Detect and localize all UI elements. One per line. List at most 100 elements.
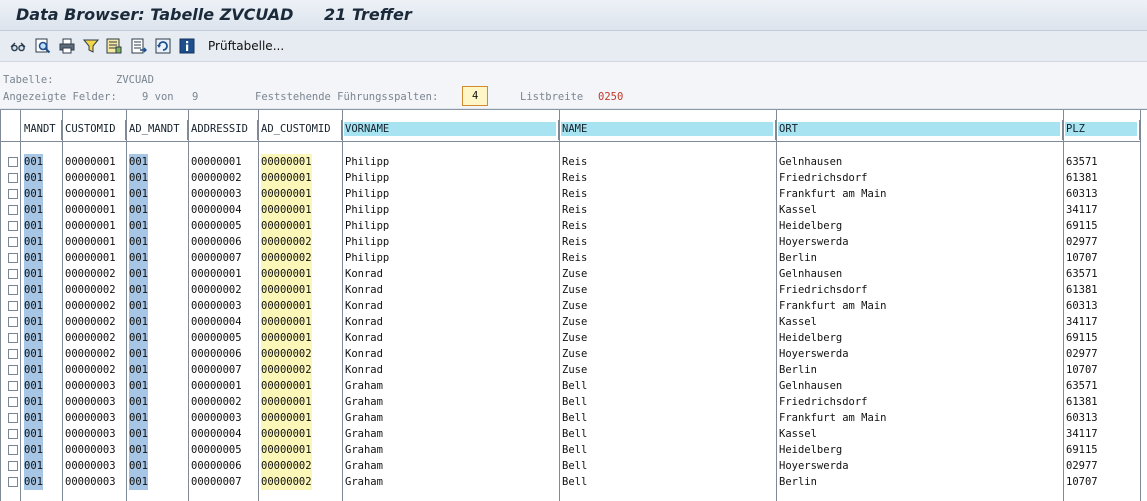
cell-customid: 00000003 <box>65 444 116 456</box>
row-select-checkbox[interactable] <box>8 285 18 295</box>
row-select-checkbox[interactable] <box>8 205 18 215</box>
column-header-label: ADDRESSID <box>191 123 248 135</box>
column-header-vorname[interactable]: VORNAME <box>342 120 559 140</box>
column-header-customid[interactable]: CUSTOMID <box>62 120 126 140</box>
table-row[interactable]: 001 00000001 001 00000003 00000001 Philipp Rei… <box>0 186 1147 202</box>
find-icon[interactable] <box>35 38 51 54</box>
cell-plz: 60313 <box>1066 412 1098 424</box>
row-select-checkbox[interactable] <box>8 157 18 167</box>
table-row[interactable]: 001 00000002 001 00000005 00000001 Konrad Zuse… <box>0 330 1147 346</box>
row-select-checkbox[interactable] <box>8 237 18 247</box>
cell-ort: Hoyerswerda <box>779 236 849 248</box>
table-row[interactable]: 001 00000001 001 00000004 00000001 Philipp Rei… <box>0 202 1147 218</box>
row-select-checkbox[interactable] <box>8 253 18 263</box>
row-select-checkbox[interactable] <box>8 445 18 455</box>
table-row[interactable]: 001 00000003 001 00000003 00000001 Graham Bell… <box>0 410 1147 426</box>
fixed-columns-input[interactable]: 4 <box>462 86 488 106</box>
check-table-button[interactable]: Prüftabelle... <box>208 39 284 53</box>
row-select-checkbox[interactable] <box>8 413 18 423</box>
row-select-checkbox[interactable] <box>8 397 18 407</box>
table-row[interactable]: 001 00000002 001 00000001 00000001 Konrad Zuse… <box>0 266 1147 282</box>
cell-plz: 61381 <box>1066 284 1098 296</box>
table-row[interactable]: 001 00000003 001 00000007 00000002 Graham Bell… <box>0 474 1147 490</box>
cell-ad-mandt: 001 <box>129 170 148 186</box>
table-row[interactable]: 001 00000001 001 00000005 00000001 Philipp Rei… <box>0 218 1147 234</box>
cell-name: Bell <box>562 460 588 472</box>
cell-ad-mandt: 001 <box>129 266 148 282</box>
cell-customid: 00000003 <box>65 428 116 440</box>
cell-customid: 00000001 <box>65 220 116 232</box>
cell-mandt: 001 <box>24 394 43 410</box>
table-row[interactable]: 001 00000002 001 00000007 00000002 Konrad Zuse… <box>0 362 1147 378</box>
table-row[interactable]: 001 00000003 001 00000004 00000001 Graham Bell… <box>0 426 1147 442</box>
row-select-checkbox[interactable] <box>8 461 18 471</box>
table-row[interactable]: 001 00000001 001 00000002 00000001 Philipp Rei… <box>0 170 1147 186</box>
column-header-plz[interactable]: PLZ <box>1063 120 1140 140</box>
cell-mandt: 001 <box>24 186 43 202</box>
cell-plz: 34117 <box>1066 316 1098 328</box>
column-header-ort[interactable]: ORT <box>776 120 1063 140</box>
cell-ort: Berlin <box>779 476 817 488</box>
table-row[interactable]: 001 00000002 001 00000003 00000001 Konrad Zuse… <box>0 298 1147 314</box>
cell-mandt: 001 <box>24 410 43 426</box>
cell-vorname: Graham <box>345 412 383 424</box>
row-select-checkbox[interactable] <box>8 365 18 375</box>
column-header-addressid[interactable]: ADDRESSID <box>188 120 258 140</box>
row-select-checkbox[interactable] <box>8 189 18 199</box>
row-select-checkbox[interactable] <box>8 349 18 359</box>
table-row[interactable]: 001 00000003 001 00000001 00000001 Graham Bell… <box>0 378 1147 394</box>
cell-plz: 34117 <box>1066 204 1098 216</box>
cell-ad-mandt: 001 <box>129 154 148 170</box>
cell-ad-mandt: 001 <box>129 346 148 362</box>
cell-addressid: 00000004 <box>191 316 242 328</box>
cell-customid: 00000002 <box>65 284 116 296</box>
table-row[interactable]: 001 00000001 001 00000007 00000002 Philipp Rei… <box>0 250 1147 266</box>
cell-name: Bell <box>562 380 588 392</box>
row-select-checkbox[interactable] <box>8 477 18 487</box>
column-header-mandt[interactable]: MANDT <box>21 120 62 140</box>
column-header-ad-mandt[interactable]: AD_MANDT <box>126 120 188 140</box>
row-select-checkbox[interactable] <box>8 221 18 231</box>
row-select-checkbox[interactable] <box>8 333 18 343</box>
row-select-checkbox[interactable] <box>8 429 18 439</box>
table-row[interactable]: 001 00000002 001 00000004 00000001 Konrad Zuse… <box>0 314 1147 330</box>
cell-customid: 00000002 <box>65 364 116 376</box>
filter-icon[interactable] <box>83 38 99 54</box>
column-header-name[interactable]: NAME <box>559 120 776 140</box>
export-icon[interactable] <box>131 38 147 54</box>
cell-ad-mandt: 001 <box>129 234 148 250</box>
column-header-label: CUSTOMID <box>65 123 116 135</box>
fixed-columns-value: 4 <box>472 90 479 102</box>
cell-addressid: 00000003 <box>191 412 242 424</box>
cell-name: Bell <box>562 444 588 456</box>
table-row[interactable]: 001 00000003 001 00000002 00000001 Graham Bell… <box>0 394 1147 410</box>
table-row[interactable]: 001 00000002 001 00000002 00000001 Konrad Zuse… <box>0 282 1147 298</box>
column-header-label: AD_MANDT <box>129 123 180 135</box>
cell-customid: 00000001 <box>65 172 116 184</box>
refresh-icon[interactable] <box>155 38 171 54</box>
cell-customid: 00000001 <box>65 188 116 200</box>
cell-ad-customid: 00000001 <box>261 426 312 442</box>
info-icon[interactable] <box>179 38 195 54</box>
row-select-checkbox[interactable] <box>8 301 18 311</box>
table-row[interactable]: 001 00000001 001 00000001 00000001 Philipp Rei… <box>0 154 1147 170</box>
glasses-icon[interactable] <box>10 38 26 54</box>
cell-ad-mandt: 001 <box>129 458 148 474</box>
cell-name: Reis <box>562 188 588 200</box>
row-select-checkbox[interactable] <box>8 381 18 391</box>
table-row[interactable]: 001 00000002 001 00000006 00000002 Konrad Zuse… <box>0 346 1147 362</box>
row-select-checkbox[interactable] <box>8 317 18 327</box>
row-select-checkbox[interactable] <box>8 269 18 279</box>
row-select-checkbox[interactable] <box>8 173 18 183</box>
table-row[interactable]: 001 00000003 001 00000006 00000002 Graham Bell… <box>0 458 1147 474</box>
window-title: Data Browser: Tabelle ZVCUAD <box>16 5 294 24</box>
cell-ad-customid: 00000002 <box>261 234 312 250</box>
cell-vorname: Graham <box>345 444 383 456</box>
cell-name: Zuse <box>562 284 588 296</box>
print-icon[interactable] <box>59 38 75 54</box>
layout-icon[interactable] <box>106 38 122 54</box>
table-row[interactable]: 001 00000003 001 00000005 00000001 Graham Bell… <box>0 442 1147 458</box>
table-row[interactable]: 001 00000001 001 00000006 00000002 Philipp Rei… <box>0 234 1147 250</box>
cell-mandt: 001 <box>24 154 43 170</box>
column-header-ad-customid[interactable]: AD_CUSTOMID <box>258 120 342 140</box>
